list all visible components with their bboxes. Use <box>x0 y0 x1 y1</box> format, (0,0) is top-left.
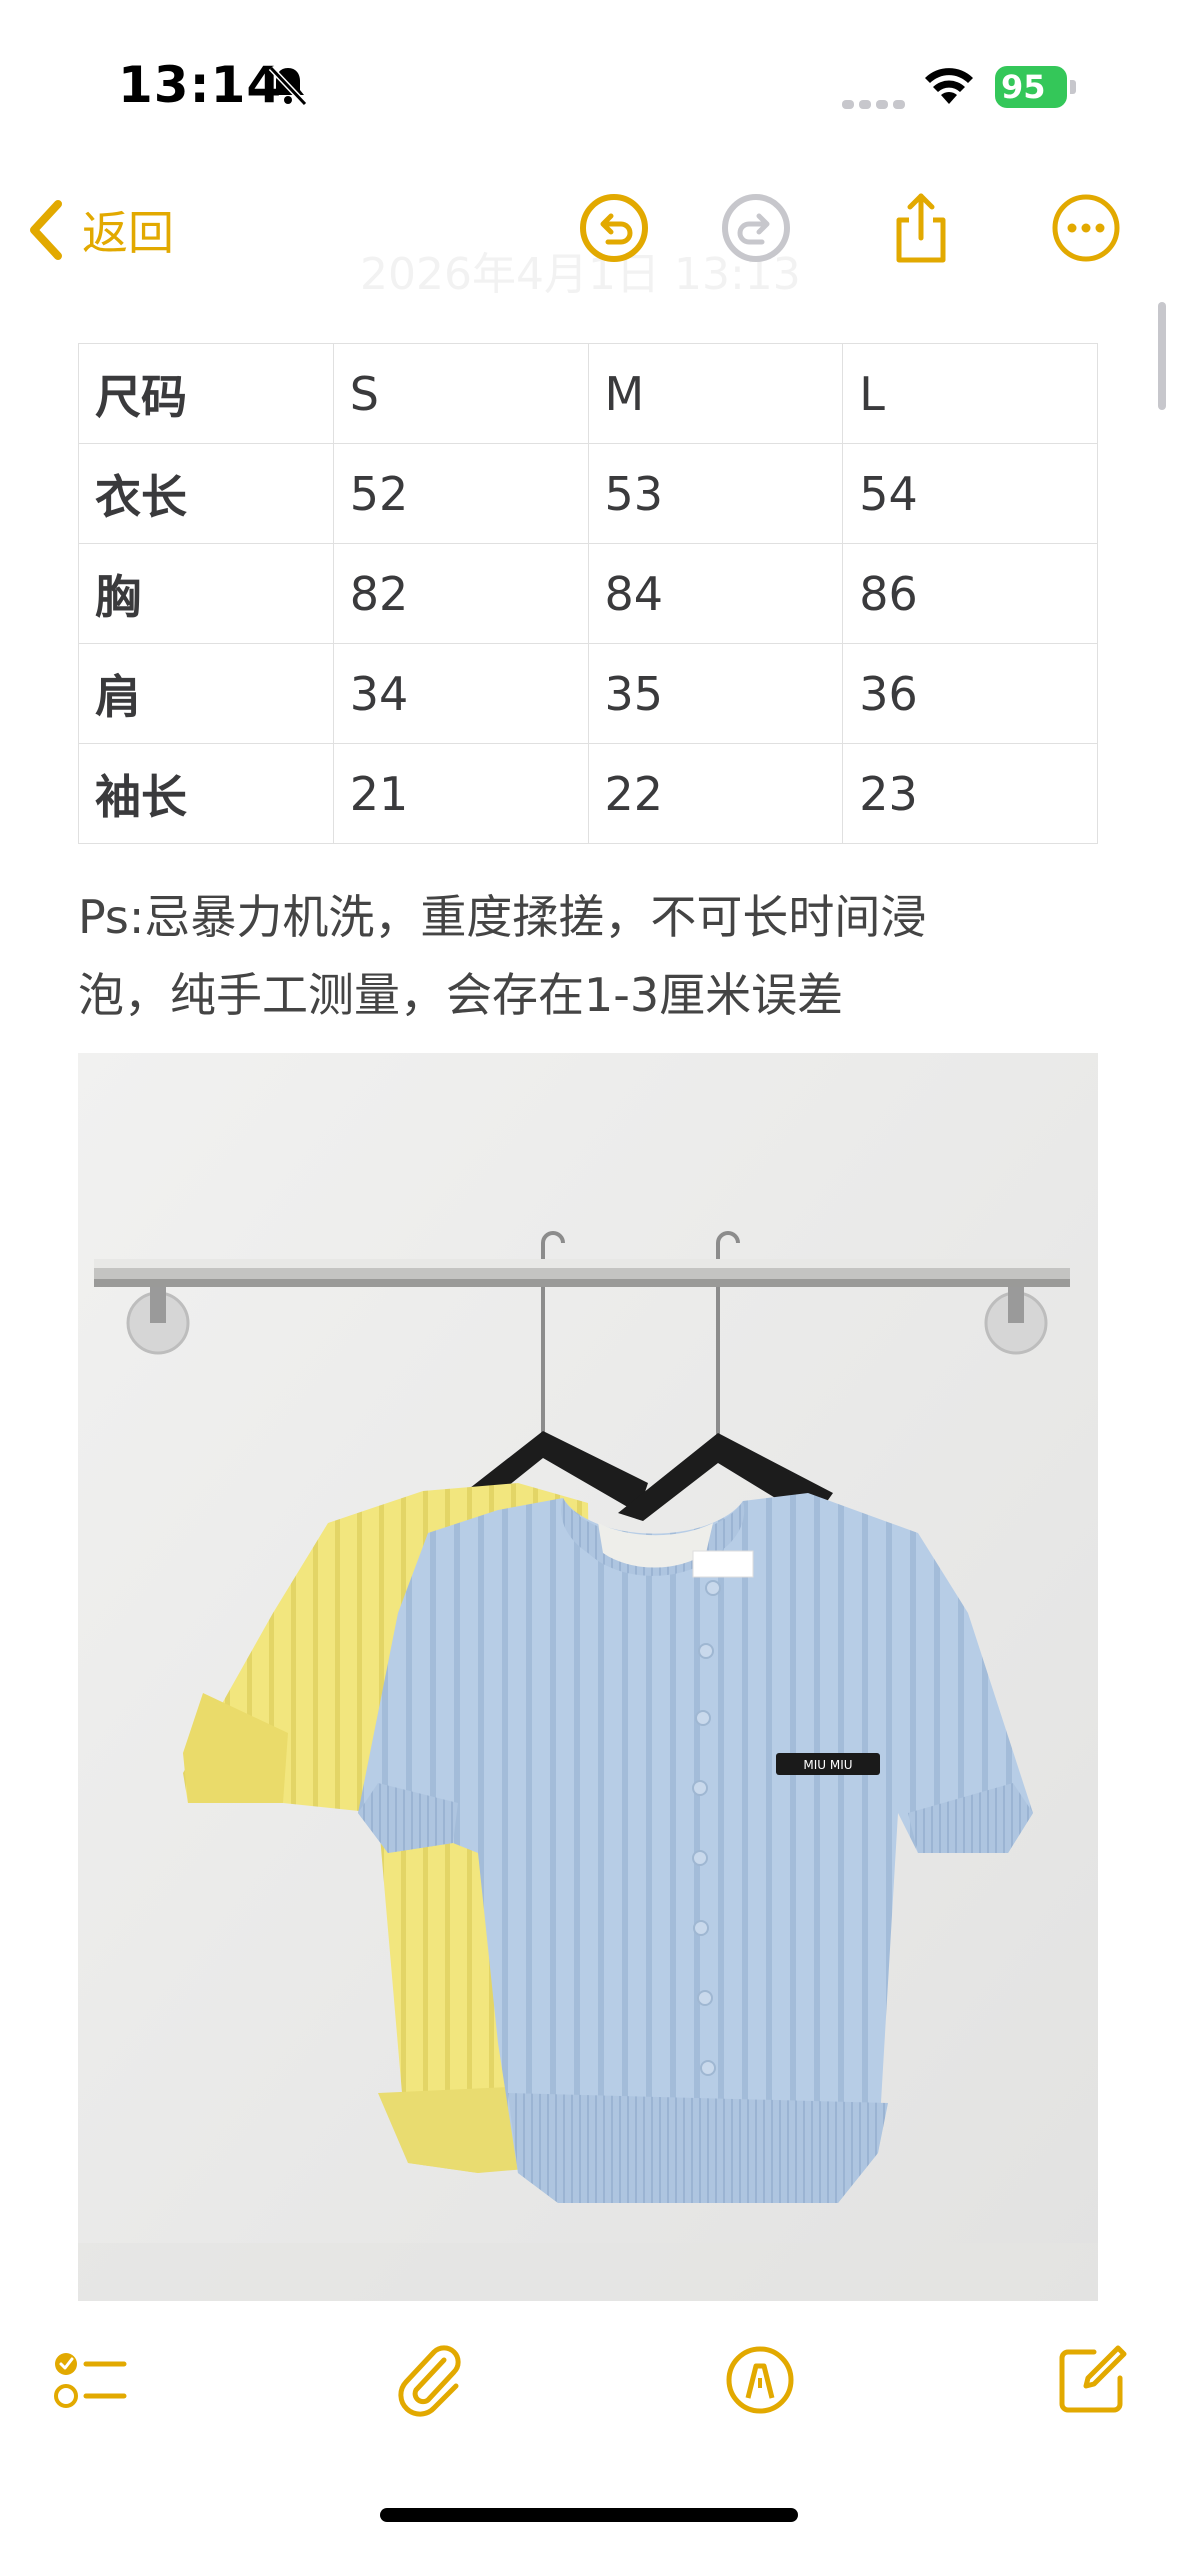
back-button[interactable]: 返回 <box>22 192 174 268</box>
table-cell: 胸 <box>78 543 334 644</box>
share-icon <box>896 193 946 263</box>
undo-icon <box>580 194 648 262</box>
table-cell: 53 <box>587 443 844 544</box>
chevron-left-icon <box>30 200 62 260</box>
table-cell: 袖长 <box>78 743 334 844</box>
table-cell: 尺码 <box>78 343 334 444</box>
table-row: 袖长 21 22 23 <box>78 743 1098 844</box>
share-button[interactable] <box>883 190 959 266</box>
product-photo[interactable]: MIU MIU <box>78 1053 1098 2301</box>
note-text[interactable]: Ps:忌暴力机洗，重度揉搓，不可长时间浸 泡，纯手工测量，会存在1-3厘米误差 <box>78 878 1098 1034</box>
compose-icon <box>1059 2345 1127 2413</box>
redo-button[interactable] <box>718 190 794 266</box>
table-cell: 23 <box>842 743 1098 844</box>
back-label: 返回 <box>82 206 174 260</box>
table-cell: 衣长 <box>78 443 334 544</box>
table-row: 尺码 S M L <box>78 343 1098 444</box>
note-line: Ps:忌暴力机洗，重度揉搓，不可长时间浸 <box>78 890 927 944</box>
paperclip-icon <box>398 2345 461 2417</box>
ellipsis-icon <box>1052 194 1120 262</box>
status-bar: 13:14 95 <box>0 0 1179 170</box>
table-cell: 54 <box>842 443 1098 544</box>
table-cell: L <box>842 343 1098 444</box>
battery-level: 95 <box>1001 68 1046 106</box>
table-cell: 86 <box>842 543 1098 644</box>
table-cell: 82 <box>332 543 589 644</box>
redo-icon <box>722 194 790 262</box>
table-cell: 34 <box>332 643 589 744</box>
wifi-icon <box>922 66 976 106</box>
table-row: 衣长 52 53 54 <box>78 443 1098 544</box>
home-indicator[interactable] <box>380 2508 798 2522</box>
size-table: 尺码 S M L 衣长 52 53 54 胸 82 84 86 肩 34 35 … <box>78 343 1098 844</box>
scroll-indicator[interactable] <box>1158 302 1166 410</box>
more-button[interactable] <box>1048 190 1124 266</box>
checklist-button[interactable] <box>52 2342 128 2418</box>
table-cell: 21 <box>332 743 589 844</box>
nav-bar: 2026年4月1日 13:13 返回 <box>0 170 1179 300</box>
bottom-toolbar <box>0 2320 1179 2450</box>
logo-label: MIU MIU <box>803 1758 852 1772</box>
note-line: 泡，纯手工测量，会存在1-3厘米误差 <box>78 968 844 1022</box>
battery-icon: 95 <box>995 66 1079 108</box>
table-cell: 52 <box>332 443 589 544</box>
markup-button[interactable] <box>722 2342 798 2418</box>
cellular-signal-icon <box>842 94 910 113</box>
table-cell: 肩 <box>78 643 334 744</box>
status-time: 13:14 <box>118 56 283 114</box>
table-cell: 35 <box>587 643 844 744</box>
checklist-icon <box>54 2353 127 2408</box>
table-cell: 36 <box>842 643 1098 744</box>
table-row: 肩 34 35 36 <box>78 643 1098 744</box>
table-cell: 22 <box>587 743 844 844</box>
pen-tip-icon <box>726 2346 794 2414</box>
undo-button[interactable] <box>576 190 652 266</box>
table-cell: S <box>332 343 589 444</box>
bell-slash-icon <box>265 62 311 108</box>
table-cell: 84 <box>587 543 844 644</box>
compose-button[interactable] <box>1054 2342 1130 2418</box>
table-row: 胸 82 84 86 <box>78 543 1098 644</box>
attachment-button[interactable] <box>392 2342 468 2418</box>
table-cell: M <box>587 343 844 444</box>
